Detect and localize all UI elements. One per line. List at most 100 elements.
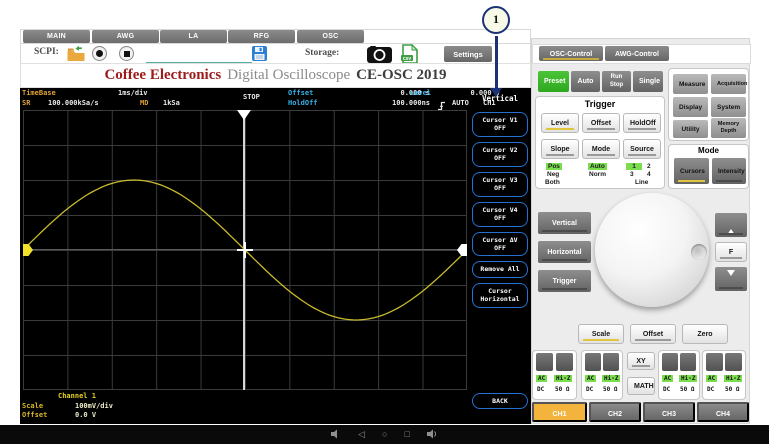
mode-option-auto[interactable]: Auto: [588, 163, 607, 170]
zero-button[interactable]: Zero: [682, 324, 728, 344]
impedance-hiz[interactable]: Hi-Z: [554, 375, 572, 382]
trigger-position-marker-icon[interactable]: [237, 110, 251, 120]
remove-all-button[interactable]: Remove All: [472, 261, 528, 277]
home-icon[interactable]: ○: [382, 425, 387, 444]
memory-depth-button[interactable]: Memory Depth: [711, 118, 746, 138]
decrement-button[interactable]: [715, 267, 747, 291]
channel1-name: Channel 1: [58, 392, 96, 400]
source-option-4[interactable]: 4: [647, 171, 651, 178]
system-button[interactable]: System: [711, 97, 746, 117]
impedance-toggle-button[interactable]: [680, 353, 696, 371]
impedance-50ohm[interactable]: 50 Ω: [603, 386, 617, 393]
cursor-dv-button[interactable]: Cursor ΔVOFF: [472, 232, 528, 257]
brand-name: Coffee Electronics: [104, 67, 221, 83]
measure-button[interactable]: Measure: [673, 74, 708, 94]
volume-down-icon[interactable]: [331, 426, 341, 444]
display-button[interactable]: Display: [673, 97, 708, 117]
slope-option-neg[interactable]: Neg: [547, 171, 559, 178]
source-option-line[interactable]: Line: [635, 179, 648, 186]
source-option-1[interactable]: 1: [626, 163, 642, 170]
trigger-slope-button[interactable]: Slope: [541, 139, 579, 159]
cursors-mode-button[interactable]: Cursors: [674, 158, 709, 184]
vertical-axis-button[interactable]: Vertical: [538, 212, 591, 234]
mode-option-norm[interactable]: Norm: [589, 171, 606, 178]
impedance-50ohm[interactable]: 50 Ω: [555, 386, 569, 393]
impedance-hiz[interactable]: Hi-Z: [679, 375, 697, 382]
run-stop-button[interactable]: RunStop: [602, 71, 631, 92]
impedance-hiz[interactable]: Hi-Z: [724, 375, 742, 382]
settings-button[interactable]: Settings: [444, 46, 492, 62]
impedance-50ohm[interactable]: 50 Ω: [680, 386, 694, 393]
adjust-knob[interactable]: [595, 193, 709, 307]
cursor-v2-button[interactable]: Cursor V2OFF: [472, 142, 528, 167]
back-icon[interactable]: ◁: [358, 425, 365, 444]
increment-button[interactable]: [715, 213, 747, 237]
channel-tab-ch1[interactable]: CH1: [532, 402, 587, 422]
trigger-mode-button[interactable]: Mode: [582, 139, 620, 159]
math-button[interactable]: MATH: [627, 377, 655, 395]
auto-button[interactable]: Auto: [571, 71, 600, 92]
volume-up-icon[interactable]: [427, 426, 438, 444]
scpi-label: SCPI:: [34, 47, 59, 57]
trigger-source-button[interactable]: Source: [623, 139, 661, 159]
impedance-toggle-button[interactable]: [603, 353, 619, 371]
impedance-toggle-button[interactable]: [556, 353, 573, 371]
coupling-toggle-button[interactable]: [536, 353, 553, 371]
source-option-3[interactable]: 3: [630, 171, 634, 178]
trigger-title: Trigger: [536, 99, 664, 109]
impedance-50ohm[interactable]: 50 Ω: [725, 386, 739, 393]
offset-adjust-button[interactable]: Offset: [630, 324, 676, 344]
preset-button[interactable]: Preset: [538, 71, 569, 92]
acquisition-button[interactable]: Acquisition: [711, 74, 746, 94]
coupling-toggle-button[interactable]: [662, 353, 678, 371]
cursor-v3-button[interactable]: Cursor V3OFF: [472, 172, 528, 197]
coupling-dc[interactable]: DC: [586, 386, 593, 393]
slope-option-pos[interactable]: Pos: [546, 163, 562, 170]
coupling-ac[interactable]: AC: [536, 375, 547, 382]
recents-icon[interactable]: □: [404, 425, 409, 444]
coupling-dc[interactable]: DC: [707, 386, 714, 393]
up-arrow-icon: [727, 222, 735, 235]
tab-la[interactable]: LA: [160, 30, 227, 43]
back-button[interactable]: BACK: [472, 393, 528, 409]
coupling-ac[interactable]: AC: [706, 375, 717, 382]
utility-button[interactable]: Utility: [673, 120, 708, 138]
impedance-toggle-button[interactable]: [725, 353, 742, 371]
record-button[interactable]: [92, 46, 107, 61]
single-button[interactable]: Single: [633, 71, 663, 92]
coupling-ac[interactable]: AC: [585, 375, 596, 382]
trigger-holdoff-button[interactable]: HoldOff: [623, 113, 661, 133]
awg-control-tab[interactable]: AWG-Control: [605, 46, 669, 61]
cursor-horizontal-button[interactable]: CursorHorizontal: [472, 283, 528, 308]
impedance-hiz[interactable]: Hi-Z: [602, 375, 620, 382]
intensity-mode-button[interactable]: Intensity: [712, 158, 746, 184]
source-option-2[interactable]: 2: [647, 163, 651, 170]
tab-awg[interactable]: AWG: [92, 30, 159, 43]
coupling-dc[interactable]: DC: [663, 386, 670, 393]
trigger-level-button[interactable]: Level: [541, 113, 579, 133]
channel-tab-ch4[interactable]: CH4: [697, 402, 749, 422]
tab-osc[interactable]: OSC: [297, 30, 364, 43]
stop-button[interactable]: [119, 46, 134, 61]
tab-main[interactable]: MAIN: [23, 30, 90, 43]
scale-adjust-button[interactable]: Scale: [578, 324, 624, 344]
trigger-axis-button[interactable]: Trigger: [538, 270, 591, 292]
fine-adjust-button[interactable]: F: [715, 242, 747, 262]
channel-tab-ch3[interactable]: CH3: [643, 402, 695, 422]
graticule[interactable]: [23, 110, 467, 390]
channel-tab-ch2[interactable]: CH2: [589, 402, 641, 422]
horizontal-axis-button[interactable]: Horizontal: [538, 241, 591, 263]
coupling-toggle-button[interactable]: [706, 353, 723, 371]
slope-option-both[interactable]: Both: [545, 179, 560, 186]
trigger-offset-button[interactable]: Offset: [582, 113, 620, 133]
cursor-v4-button[interactable]: Cursor V4OFF: [472, 202, 528, 227]
coupling-ac[interactable]: AC: [662, 375, 673, 382]
coupling-toggle-button[interactable]: [585, 353, 601, 371]
osc-control-tab[interactable]: OSC-Control: [539, 46, 603, 61]
cursor-v1-button[interactable]: Cursor V1OFF: [472, 112, 528, 137]
tab-rfg[interactable]: RFG: [228, 30, 295, 43]
mode-box: Mode Cursors Intensity: [668, 144, 749, 189]
scpi-command-input[interactable]: [146, 49, 252, 64]
xy-mode-button[interactable]: XY: [627, 352, 655, 370]
coupling-dc[interactable]: DC: [537, 386, 544, 393]
